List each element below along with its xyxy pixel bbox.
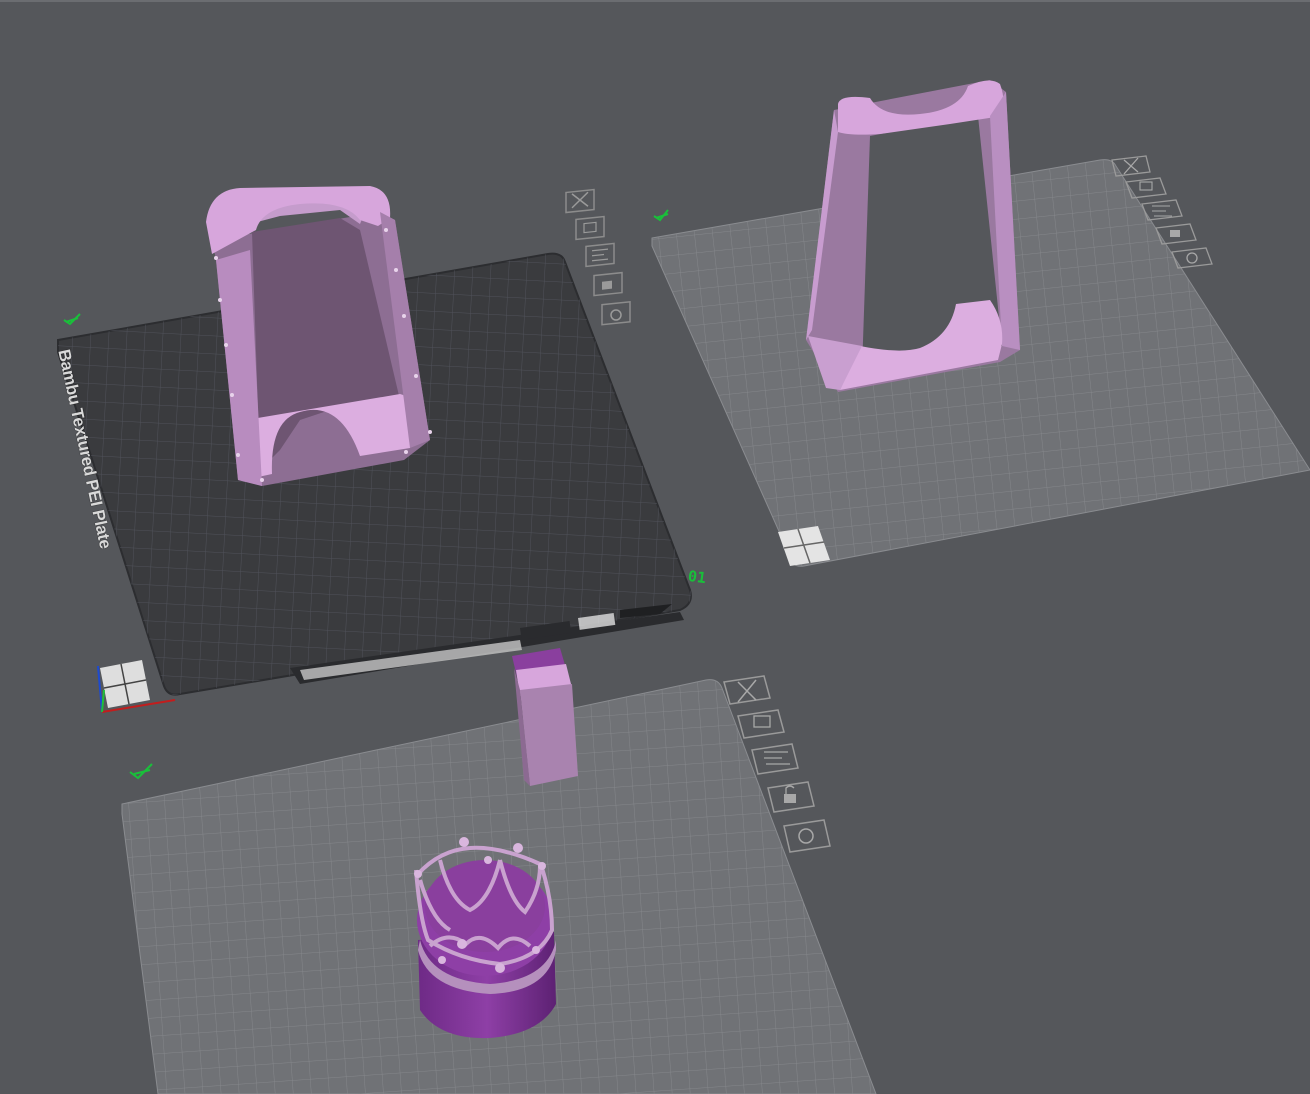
plate-2-edit-icon[interactable] xyxy=(653,209,669,222)
orient-icon[interactable] xyxy=(585,242,615,268)
lock-icon[interactable] xyxy=(593,271,623,297)
lock-icon[interactable] xyxy=(767,781,815,813)
arrange-icon[interactable] xyxy=(575,215,605,241)
3d-viewport[interactable] xyxy=(0,0,1310,1094)
arrange-icon[interactable] xyxy=(737,709,785,739)
close-icon[interactable] xyxy=(565,188,595,214)
viewport-top-edge xyxy=(0,0,1310,2)
model-bracket[interactable] xyxy=(206,186,432,486)
plate-3-edit-icon[interactable] xyxy=(129,763,153,780)
plate-1-number[interactable]: 01 xyxy=(687,567,707,587)
settings-icon[interactable] xyxy=(601,300,631,326)
model-frame[interactable] xyxy=(806,80,1020,392)
orient-icon[interactable] xyxy=(751,743,799,775)
plate-1-edit-icon[interactable] xyxy=(63,313,81,326)
close-icon[interactable] xyxy=(723,675,771,705)
settings-icon[interactable] xyxy=(783,819,831,853)
